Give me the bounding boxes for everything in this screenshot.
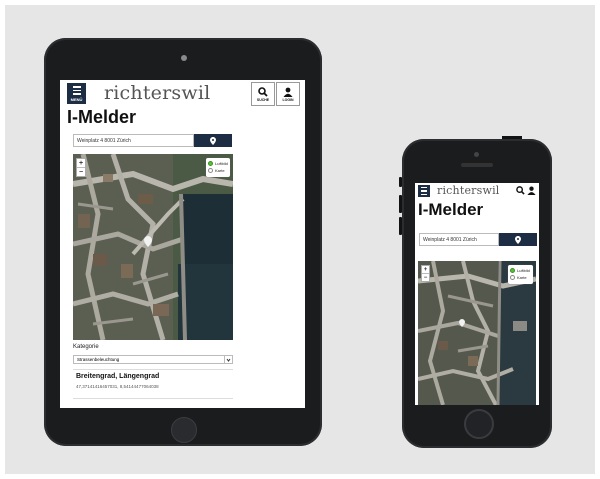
tablet-screen: MENÜ richterswil SUCHE LOGIN I-Melder We… (60, 80, 305, 408)
map-pin-icon (210, 136, 216, 145)
menu-icon (72, 86, 81, 88)
layer-switcher: Luftbild Karte (508, 265, 533, 284)
search-label: SUCHE (256, 97, 270, 102)
tablet-device: MENÜ richterswil SUCHE LOGIN I-Melder We… (44, 38, 322, 446)
menu-button[interactable] (418, 185, 430, 197)
phone-speaker (461, 163, 493, 167)
menu-label: MENÜ (70, 96, 83, 102)
logo[interactable]: richterswil (437, 184, 500, 198)
zoom-out-button[interactable]: − (422, 273, 429, 281)
search-icon (258, 86, 268, 97)
login-button[interactable]: LOGIN (276, 82, 300, 106)
tablet-camera (181, 55, 187, 61)
zoom-control: + − (76, 158, 86, 177)
aerial-map[interactable]: + − Luftbild Karte (73, 154, 233, 340)
locate-button[interactable] (499, 233, 537, 246)
category-value: Strassenbeleuchtung (77, 357, 120, 362)
menu-button[interactable]: MENÜ (67, 83, 86, 104)
page-title: I-Melder (67, 107, 137, 127)
login-label: LOGIN (282, 97, 294, 102)
app-header: MENÜ richterswil SUCHE LOGIN (60, 80, 305, 108)
zoom-in-button[interactable]: + (422, 266, 429, 273)
menu-icon (421, 186, 427, 189)
phone-camera (474, 152, 479, 157)
category-select[interactable]: Strassenbeleuchtung (73, 355, 233, 364)
phone-screen: richterswil I-Melder Weinplatz 4 8001 Zü… (415, 183, 539, 405)
coordinates-panel: Breitengrad, Längengrad 47,3714141645703… (73, 369, 233, 399)
search-button[interactable]: SUCHE (251, 82, 275, 106)
page-title: I-Melder (418, 200, 484, 219)
aerial-map[interactable]: + − Luftbild Karte (418, 261, 536, 405)
category-label: Kategorie (73, 344, 99, 350)
zoom-out-button[interactable]: − (77, 167, 85, 176)
locate-button[interactable] (194, 134, 232, 147)
layer-switcher: Luftbild Karte (206, 158, 230, 177)
user-icon[interactable] (527, 186, 536, 195)
coordinates-value: 47,37141416457031, 8,54144477064038 (76, 384, 159, 389)
layer-option-luftbild[interactable]: Luftbild (208, 160, 228, 167)
phone-device: richterswil I-Melder Weinplatz 4 8001 Zü… (399, 136, 552, 448)
zoom-control: + − (421, 265, 430, 282)
search-icon[interactable] (516, 186, 525, 195)
layer-option-karte[interactable]: Karte (208, 167, 228, 174)
address-input[interactable]: Weinplatz 4 8001 Zürich (419, 233, 499, 246)
map-pin-icon (515, 235, 521, 244)
user-icon (283, 87, 293, 97)
layer-option-luftbild[interactable]: Luftbild (510, 267, 531, 274)
layer-option-karte[interactable]: Karte (510, 274, 531, 281)
address-input[interactable]: Weinplatz 4 8001 Zürich (73, 134, 194, 147)
chevron-down-icon (224, 355, 231, 364)
phone-home-button (464, 409, 494, 439)
zoom-in-button[interactable]: + (77, 159, 85, 167)
logo[interactable]: richterswil (104, 81, 210, 105)
coordinates-heading: Breitengrad, Längengrad (76, 373, 160, 380)
tablet-home-button (171, 417, 197, 443)
